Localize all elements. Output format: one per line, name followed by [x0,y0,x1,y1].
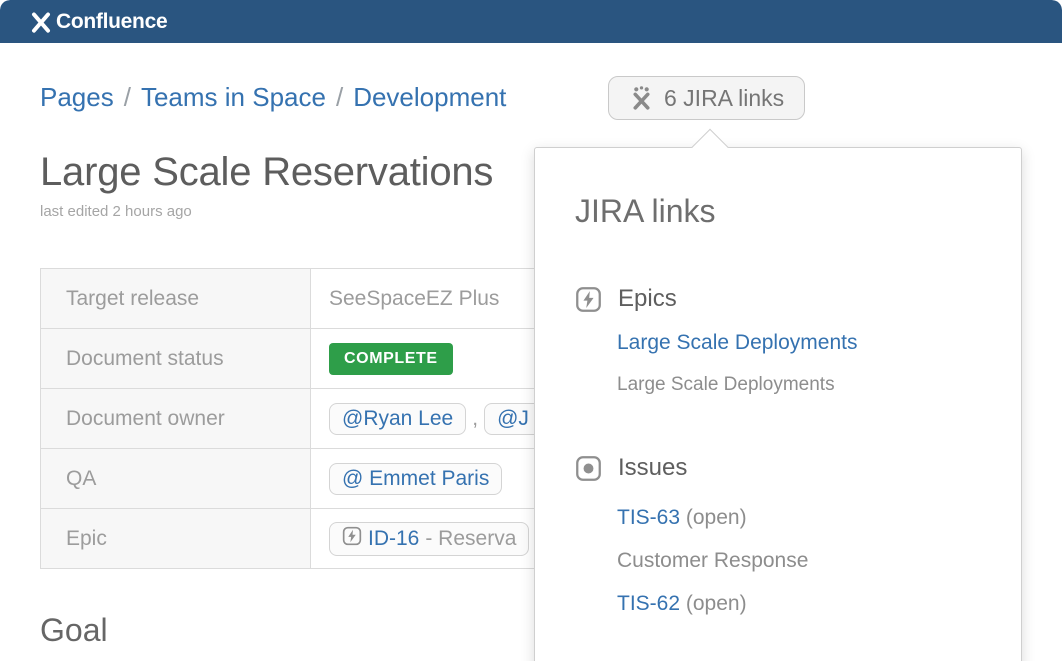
status-badge: COMPLETE [329,342,453,375]
epics-section: Epics Large Scale Deployments Large Scal… [575,285,981,396]
epics-section-label: Epics [618,285,677,312]
epic-icon [342,526,362,552]
epic-summary-text: - Reserva [425,526,517,550]
app-title: Confluence [56,9,168,33]
user-mention-emmet-paris[interactable]: @ Emmet Paris [329,462,503,495]
epic-link-pill[interactable]: ID-16 - Reserva [329,521,530,556]
breadcrumb-pages[interactable]: Pages [40,82,114,112]
breadcrumb: Pages / Teams in Space / Development [40,82,506,113]
breadcrumb-teams-in-space[interactable]: Teams in Space [141,82,326,112]
confluence-logo-icon [28,9,54,35]
breadcrumb-separator: / [335,82,344,112]
user-mention-ryan-lee[interactable]: @Ryan Lee [329,402,467,435]
popup-title: JIRA links [575,193,716,229]
issues-section-label: Issues [618,454,688,481]
popup-caret [691,128,729,166]
issue-status-text: (open) [680,506,747,529]
issue-item: TIS-63 (open) [617,506,981,530]
jira-links-popup: JIRA links Epics Large Scale Deployments… [534,128,1022,661]
row-label: Document status [40,328,311,389]
jira-links-button-label: 6 JIRA links [664,84,785,111]
goal-heading: Goal [40,612,108,648]
last-edited-text: last edited 2 hours ago [40,203,192,220]
breadcrumb-development[interactable]: Development [353,82,506,112]
row-label: QA [40,448,311,509]
mention-separator: , [472,406,479,430]
epic-key-link[interactable]: ID-16 [368,527,419,551]
issue-link-tis-63[interactable]: TIS-63 [617,506,680,529]
epic-link-large-scale-deployments[interactable]: Large Scale Deployments [617,331,857,354]
row-label: Epic [40,508,311,569]
row-label: Document owner [40,388,311,449]
issues-section: Issues TIS-63 (open) Customer Response T… [575,454,981,616]
confluence-logo[interactable]: Confluence [28,9,168,35]
epic-name-text: Large Scale Deployments [617,374,835,395]
issue-status-text: (open) [680,592,747,615]
epic-icon [575,286,602,313]
app-header: Confluence [0,0,1062,43]
issue-icon [575,455,602,482]
page-title: Large Scale Reservations [40,150,494,194]
confluence-window: Confluence Pages / Teams in Space / Developm… [0,0,1062,661]
row-label: Target release [40,268,311,329]
jira-icon [629,85,654,111]
issue-link-tis-62[interactable]: TIS-62 [617,592,680,615]
breadcrumb-separator: / [123,82,131,112]
jira-links-button[interactable]: 6 JIRA links [608,76,806,120]
issue-item: Customer Response [617,549,981,573]
issue-item: TIS-62 (open) [617,592,981,616]
issue-summary-text: Customer Response [617,549,809,572]
